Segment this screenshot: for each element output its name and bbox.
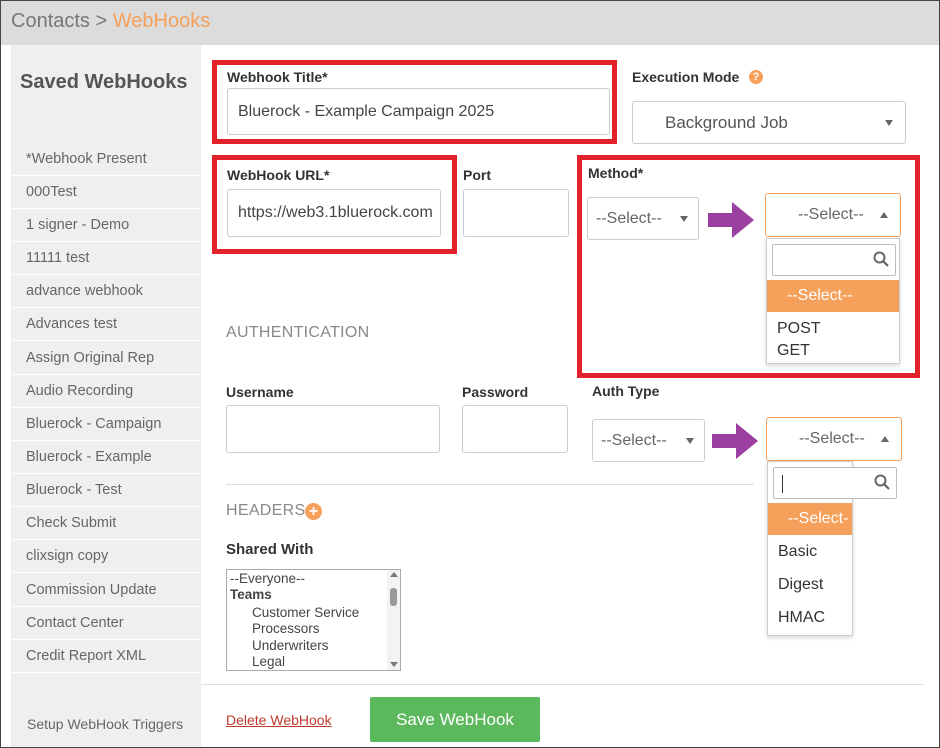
list-item[interactable]: Processors bbox=[252, 621, 320, 636]
method-option-get[interactable]: GET bbox=[767, 340, 899, 362]
scroll-thumb[interactable] bbox=[390, 588, 397, 606]
port-input[interactable] bbox=[463, 189, 569, 237]
sidebar-item[interactable]: Contact Center bbox=[11, 607, 201, 640]
chevron-down-icon bbox=[680, 215, 688, 222]
help-icon[interactable]: ? bbox=[749, 70, 763, 84]
list-item[interactable]: Legal bbox=[252, 654, 285, 669]
sidebar-item[interactable]: Bluerock - Example bbox=[11, 441, 201, 474]
method-option-select[interactable]: --Select-- bbox=[767, 280, 899, 312]
password-input[interactable] bbox=[462, 405, 568, 453]
sidebar-item[interactable]: Audio Recording bbox=[11, 375, 201, 408]
auth-type-value: --Select-- bbox=[601, 431, 667, 449]
username-label: Username bbox=[226, 384, 294, 400]
sidebar-item[interactable]: *Webhook Present bbox=[11, 143, 201, 176]
list-scrollbar[interactable] bbox=[387, 570, 400, 670]
auth-type-select-open[interactable]: --Select-- bbox=[766, 417, 902, 461]
scroll-up-icon[interactable] bbox=[390, 572, 398, 577]
shared-with-list[interactable]: --Everyone-- Teams Customer Service Proc… bbox=[226, 569, 401, 671]
webhook-form: Webhook Title* Bluerock - Example Campai… bbox=[201, 45, 931, 747]
method-search-input[interactable] bbox=[772, 244, 896, 276]
auth-option-digest[interactable]: Digest bbox=[768, 573, 852, 597]
chevron-up-icon bbox=[881, 436, 889, 442]
search-icon bbox=[873, 251, 889, 267]
method-open-value: --Select-- bbox=[798, 206, 864, 223]
list-item[interactable]: Underwriters bbox=[252, 638, 329, 653]
sidebar-item[interactable]: Check Submit bbox=[11, 507, 201, 540]
text-cursor bbox=[782, 475, 783, 493]
title-input[interactable]: Bluerock - Example Campaign 2025 bbox=[227, 88, 610, 135]
method-label: Method* bbox=[588, 165, 644, 181]
scroll-down-icon[interactable] bbox=[390, 662, 398, 667]
delete-webhook-link[interactable]: Delete WebHook bbox=[226, 712, 332, 728]
exec-mode-label: Execution Mode bbox=[632, 69, 740, 85]
sidebar-item[interactable]: 11111 test bbox=[11, 242, 201, 275]
auth-option-hmac[interactable]: HMAC bbox=[768, 606, 852, 630]
auth-type-label: Auth Type bbox=[592, 383, 660, 399]
sidebar-item[interactable]: Commission Update bbox=[11, 574, 201, 607]
port-label: Port bbox=[463, 167, 491, 183]
auth-type-dropdown: --Select-- Basic Digest HMAC bbox=[767, 461, 897, 636]
shared-with-label: Shared With bbox=[226, 541, 314, 558]
divider bbox=[226, 484, 754, 485]
add-header-icon[interactable]: + bbox=[305, 503, 322, 520]
method-select[interactable]: --Select-- bbox=[587, 197, 699, 240]
password-label: Password bbox=[462, 384, 529, 400]
method-select-open[interactable]: --Select-- bbox=[765, 193, 901, 237]
divider bbox=[201, 684, 923, 685]
exec-mode-value: Background Job bbox=[665, 112, 788, 132]
auth-option-basic[interactable]: Basic bbox=[768, 540, 852, 564]
sidebar-item[interactable]: Bluerock - Campaign bbox=[11, 408, 201, 441]
breadcrumb-current: WebHooks bbox=[112, 10, 211, 32]
top-bar: Contacts > WebHooks bbox=[1, 1, 939, 45]
auth-open-value: --Select-- bbox=[799, 430, 865, 447]
chevron-up-icon bbox=[880, 212, 888, 218]
method-dropdown: --Select-- POST GET bbox=[766, 238, 900, 364]
chevron-down-icon bbox=[885, 119, 893, 126]
sidebar-title: Saved WebHooks bbox=[20, 71, 188, 93]
auth-search-input[interactable] bbox=[773, 467, 897, 499]
sidebar-item[interactable]: Bluerock - Test bbox=[11, 474, 201, 507]
sidebar-item[interactable]: Advances test bbox=[11, 308, 201, 341]
auth-section-title: AUTHENTICATION bbox=[226, 324, 370, 341]
url-input[interactable]: https://web3.1bluerock.com bbox=[227, 189, 441, 237]
arrow-right-icon bbox=[712, 423, 758, 459]
search-icon bbox=[874, 474, 890, 490]
sidebar-item[interactable]: clixsign copy bbox=[11, 540, 201, 573]
auth-option-select[interactable]: --Select-- bbox=[768, 503, 852, 559]
sidebar-item[interactable]: advance webhook bbox=[11, 275, 201, 308]
breadcrumb-parent[interactable]: Contacts bbox=[11, 10, 90, 32]
chevron-down-icon bbox=[686, 437, 694, 444]
username-input[interactable] bbox=[226, 405, 440, 453]
breadcrumb: Contacts > WebHooks bbox=[11, 10, 210, 33]
list-item[interactable]: Customer Service bbox=[252, 605, 359, 620]
url-label: WebHook URL* bbox=[227, 167, 330, 183]
sidebar-item[interactable]: 1 signer - Demo bbox=[11, 209, 201, 242]
headers-section-title: HEADERS bbox=[226, 502, 306, 519]
exec-mode-select[interactable]: Background Job bbox=[632, 101, 906, 144]
sidebar-item[interactable]: 000Test bbox=[11, 176, 201, 209]
method-option-post[interactable]: POST bbox=[767, 318, 899, 340]
app-window: Contacts > WebHooks Saved WebHooks *Webh… bbox=[0, 0, 940, 748]
method-select-value: --Select-- bbox=[596, 209, 662, 227]
list-item-everyone[interactable]: --Everyone-- bbox=[230, 571, 305, 586]
breadcrumb-separator: > bbox=[95, 10, 108, 32]
auth-type-select[interactable]: --Select-- bbox=[592, 419, 705, 462]
save-webhook-button[interactable]: Save WebHook bbox=[370, 697, 540, 742]
setup-triggers-link[interactable]: Setup WebHook Triggers bbox=[27, 716, 183, 732]
title-label: Webhook Title* bbox=[227, 69, 328, 85]
sidebar: Saved WebHooks *Webhook Present 000Test … bbox=[11, 45, 201, 747]
sidebar-item[interactable]: Credit Report XML bbox=[11, 640, 201, 673]
list-group-teams: Teams bbox=[230, 587, 272, 602]
sidebar-item[interactable]: Assign Original Rep bbox=[11, 342, 201, 375]
arrow-right-icon bbox=[708, 202, 754, 238]
